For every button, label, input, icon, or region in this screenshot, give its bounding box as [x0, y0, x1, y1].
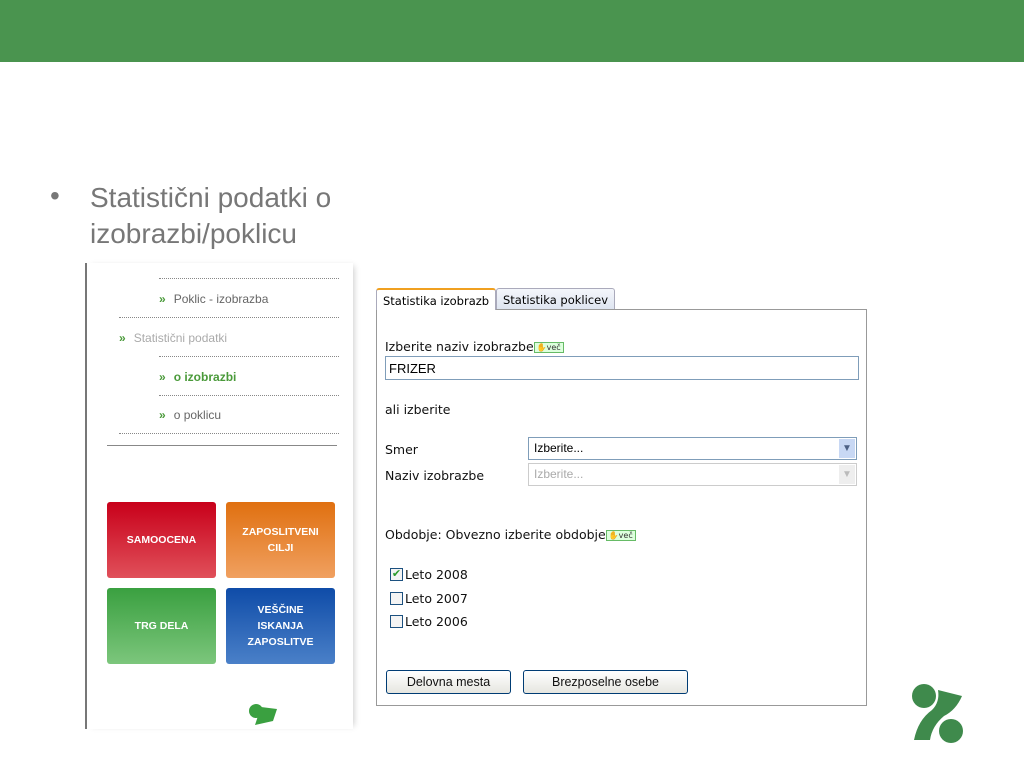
tile-label: VEŠČINE ISKANJA ZAPOSLITVE — [247, 604, 314, 648]
header-bar — [0, 0, 1024, 62]
nav-item-poklic-izobrazba[interactable]: » Poklic - izobrazba — [159, 292, 268, 306]
naziv-label: Naziv izobrazbe — [385, 468, 485, 483]
checkbox-2006[interactable] — [390, 615, 403, 628]
smer-label: Smer — [385, 442, 418, 457]
nav-label: o poklicu — [173, 408, 222, 422]
chevron-down-icon: ▼ — [839, 439, 855, 458]
chevron-icon: » — [119, 331, 126, 345]
delovna-mesta-button[interactable]: Delovna mesta — [386, 670, 511, 694]
nav-label: o izobrazbi — [173, 370, 237, 384]
period-label-row: Obdobje: Obvezno izberite obdobje ✋več — [385, 527, 636, 542]
nav-label: Statistični podatki — [133, 331, 228, 345]
slide-bullet-text: Statistični podatki o izobrazbi/poklicu — [90, 182, 332, 249]
checkbox-2008[interactable]: ✔ — [390, 568, 403, 581]
nav-label: Poklic - izobrazba — [173, 292, 269, 306]
tab-statistika-poklicev[interactable]: Statistika poklicev — [496, 288, 616, 310]
chevron-down-icon: ▼ — [839, 465, 855, 484]
tile-trg-dela[interactable]: TRG DELA — [107, 588, 216, 664]
name-label: Izberite naziv izobrazbe — [385, 339, 534, 354]
smer-value: Izberite... — [534, 441, 584, 455]
smer-select[interactable]: Izberite... ▼ — [528, 437, 857, 460]
chevron-icon: » — [159, 408, 166, 422]
year-label: Leto 2007 — [405, 591, 468, 606]
naziv-value: Izberite... — [534, 467, 584, 481]
tile-label: ZAPOSLITVENI CILJI — [242, 526, 319, 554]
more-button[interactable]: ✋več — [533, 342, 564, 353]
more-label: več — [618, 531, 633, 540]
chevron-icon: » — [159, 292, 166, 306]
nav-item-o-izobrazbi[interactable]: » o izobrazbi — [159, 370, 236, 384]
tile-samoocena[interactable]: SAMOOCENA — [107, 502, 216, 578]
more-label: več — [546, 343, 561, 352]
name-label-row: Izberite naziv izobrazbe ✋več — [385, 339, 564, 354]
name-input[interactable]: FRIZER — [385, 356, 859, 380]
checkbox-2007[interactable] — [390, 592, 403, 605]
year-label: Leto 2006 — [405, 614, 468, 629]
tab-statistika-izobrazb[interactable]: Statistika izobrazb — [376, 288, 497, 310]
brezposelne-osebe-button[interactable]: Brezposelne osebe — [523, 670, 688, 694]
more-button[interactable]: ✋več — [605, 530, 636, 541]
nav-item-statisticni-podatki[interactable]: » Statistični podatki — [119, 331, 227, 345]
bullet: • — [50, 180, 60, 211]
or-label: ali izberite — [385, 402, 451, 417]
nav-item-o-poklicu[interactable]: » o poklicu — [159, 408, 221, 422]
chevron-icon: » — [159, 370, 166, 384]
period-label: Obdobje: Obvezno izberite obdobje — [385, 527, 606, 542]
naziv-select[interactable]: Izberite... ▼ — [528, 463, 857, 486]
brand-logo-icon — [912, 684, 963, 743]
tile-vescine[interactable]: VEŠČINE ISKANJA ZAPOSLITVE — [226, 588, 335, 664]
left-nav-panel: » Poklic - izobrazba » Statistični podatki… — [85, 263, 353, 729]
year-label: Leto 2008 — [405, 567, 468, 582]
tile-zaposlitveni-cilji[interactable]: ZAPOSLITVENI CILJI — [226, 502, 335, 578]
logo-icon — [249, 704, 277, 725]
